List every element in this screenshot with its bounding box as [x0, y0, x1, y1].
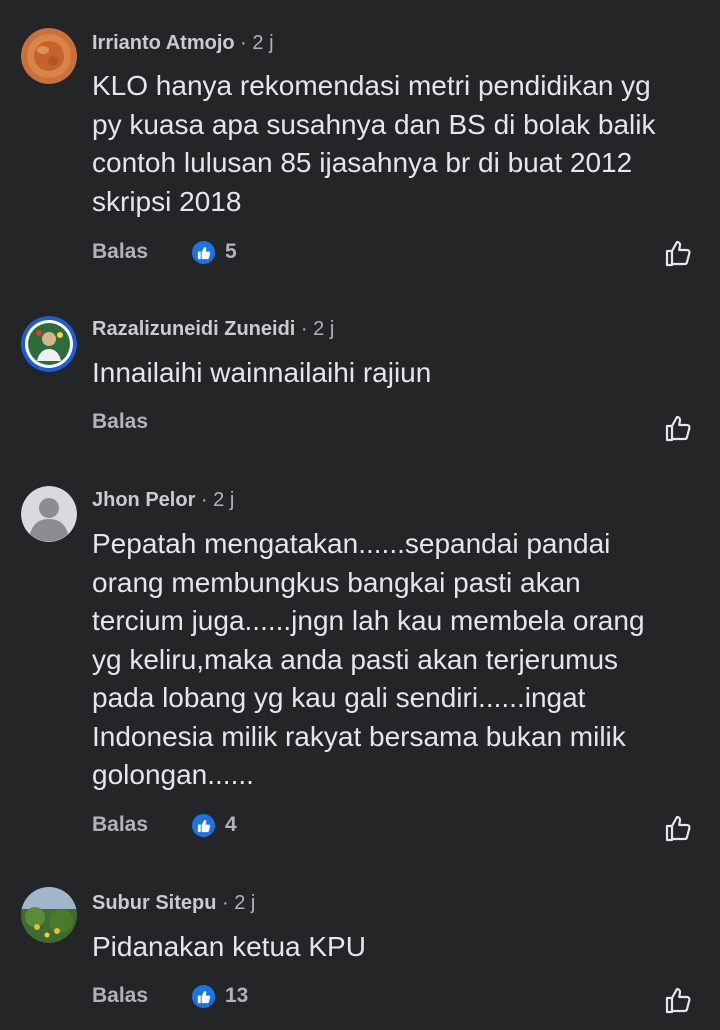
avatar[interactable] — [21, 486, 77, 542]
separator: · — [222, 892, 229, 914]
reply-button[interactable]: Balas — [92, 810, 148, 840]
author-name[interactable]: Subur Sitepu — [92, 892, 216, 914]
reaction-count: 5 — [225, 240, 237, 263]
timestamp[interactable]: 2 j — [234, 892, 255, 914]
avatar[interactable] — [21, 887, 77, 943]
like-reaction-icon — [190, 982, 217, 1010]
comment-text: Pidanakan ketua KPU — [92, 931, 366, 962]
thumbs-up-outline-icon[interactable] — [662, 412, 694, 444]
reaction-summary[interactable]: 5 — [190, 237, 237, 267]
thumbs-up-outline-icon[interactable] — [662, 237, 694, 269]
comment-header: Subur Sitepu · 2 j — [92, 890, 255, 916]
comment-header: Razalizuneidi Zuneidi · 2 j — [92, 316, 334, 342]
comment-actions: Balas — [92, 407, 702, 442]
timestamp[interactable]: 2 j — [313, 318, 334, 340]
separator: · — [200, 489, 208, 511]
separator: · — [300, 318, 308, 340]
comment-text: Pepatah mengatakan......sepandai pandai … — [92, 528, 645, 790]
reaction-count: 13 — [225, 984, 249, 1007]
thumbs-up-outline-icon[interactable] — [662, 812, 694, 844]
reaction-summary[interactable]: 4 — [190, 810, 237, 840]
comment-actions: Balas 5 — [92, 237, 702, 267]
like-reaction-icon — [190, 811, 217, 839]
separator: · — [240, 32, 247, 54]
timestamp[interactable]: 2 j — [252, 32, 273, 54]
thumbs-up-outline-icon[interactable] — [662, 984, 694, 1016]
comment-header: Jhon Pelor · 2 j — [92, 487, 234, 513]
comment-header: Irrianto Atmojo · 2 j — [92, 30, 274, 56]
comment-text: Innailaihi wainnailaihi rajiun — [92, 357, 432, 388]
reply-button[interactable]: Balas — [92, 237, 148, 267]
reply-button[interactable]: Balas — [92, 981, 148, 1011]
author-name[interactable]: Razalizuneidi Zuneidi — [92, 318, 295, 340]
comment-actions: Balas 13 — [92, 981, 702, 1014]
reply-button[interactable]: Balas — [92, 407, 148, 437]
timestamp[interactable]: 2 j — [213, 489, 234, 511]
author-name[interactable]: Jhon Pelor — [92, 489, 195, 511]
avatar[interactable] — [21, 316, 77, 372]
reaction-count: 4 — [225, 813, 237, 836]
comment-actions: Balas 4 — [92, 810, 702, 842]
author-name[interactable]: Irrianto Atmojo — [92, 32, 235, 54]
reaction-summary[interactable]: 13 — [190, 981, 248, 1011]
comment-text: KLO hanya rekomendasi metri pendidikan y… — [92, 70, 656, 217]
avatar[interactable] — [21, 28, 77, 84]
like-reaction-icon — [190, 238, 217, 266]
